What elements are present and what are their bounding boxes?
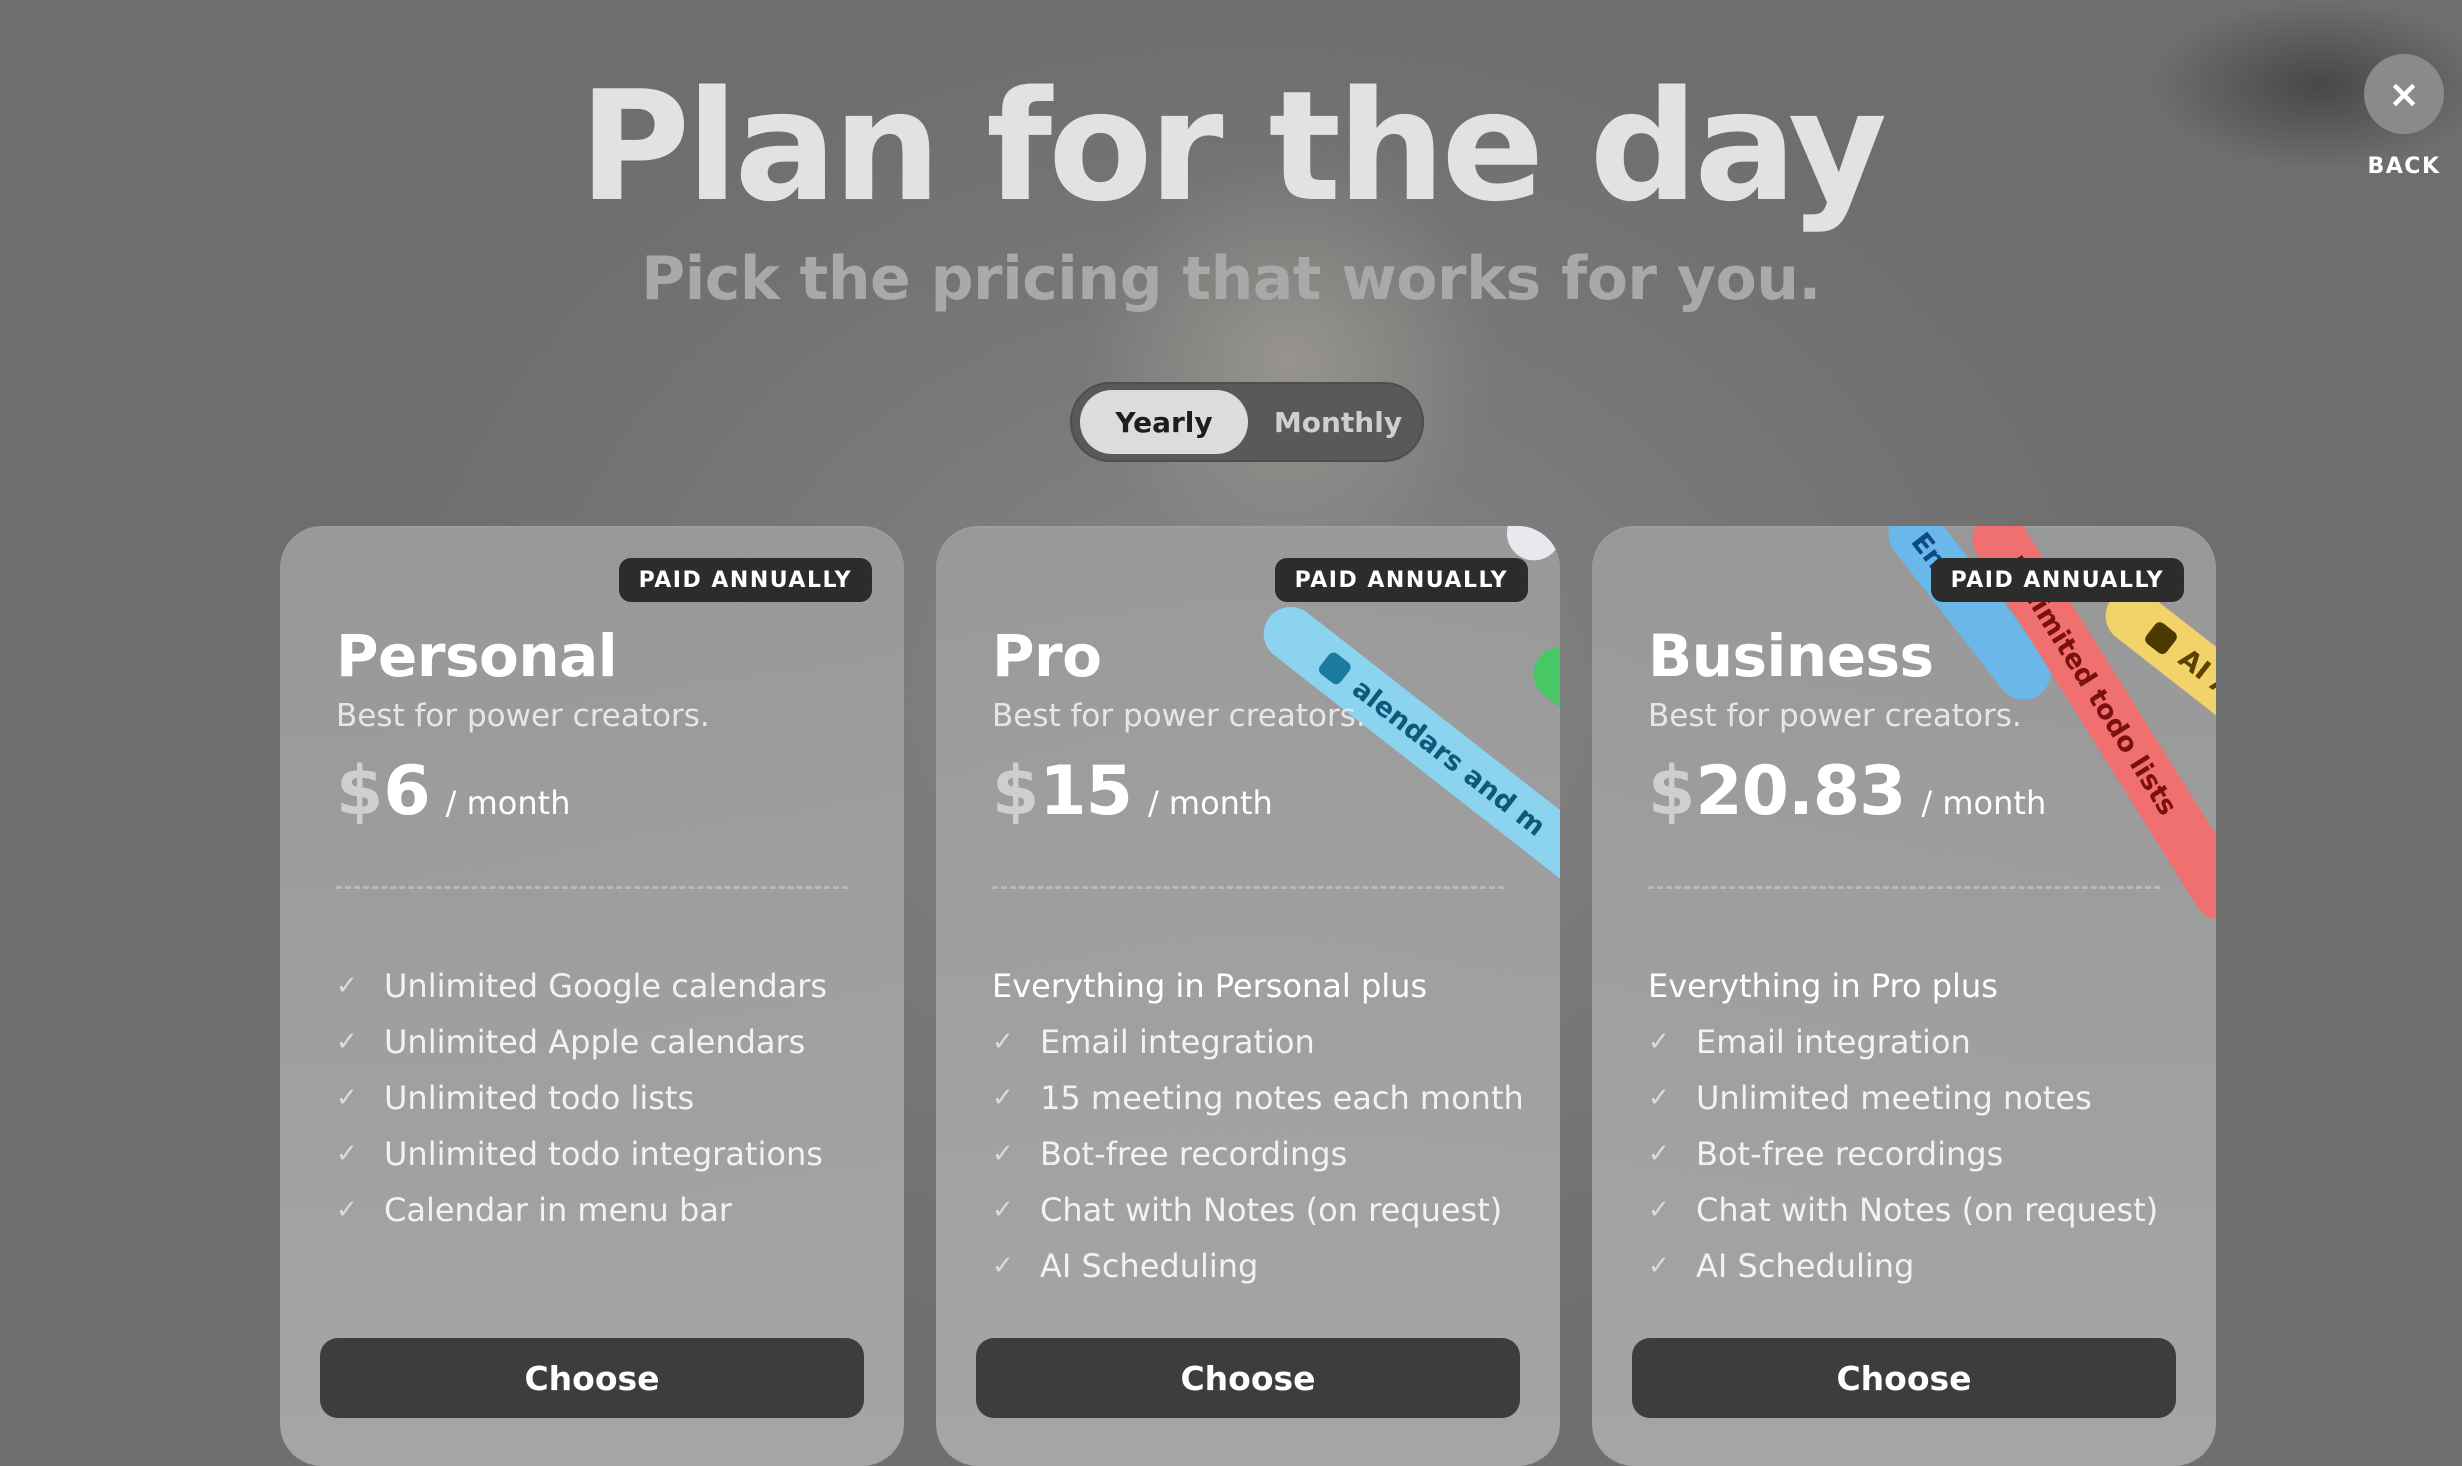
paid-annually-badge: PAID ANNUALLY xyxy=(1930,558,2184,602)
price-amount: 15 xyxy=(1039,752,1133,831)
plan-price: $ 20.83 / month xyxy=(1648,752,2046,831)
back-label[interactable]: BACK xyxy=(2334,154,2462,179)
choose-button-personal[interactable]: Choose xyxy=(320,1338,864,1418)
paid-annually-badge: PAID ANNUALLY xyxy=(618,558,872,602)
check-icon: ✓ xyxy=(992,1139,1014,1169)
page-title: Plan for the day xyxy=(578,58,1887,235)
feature-item: ✓ 15 meeting notes each month xyxy=(992,1079,1524,1117)
check-icon: ✓ xyxy=(992,1251,1014,1281)
check-icon: ✓ xyxy=(1648,1195,1670,1225)
check-icon: ✓ xyxy=(1648,1251,1670,1281)
feature-lead: Everything in Personal plus xyxy=(992,967,1428,1005)
price-period: / month xyxy=(1147,784,1273,822)
plan-card-business: En Unlimited todo lists AI A PAID ANNUAL… xyxy=(1592,526,2216,1466)
feature-list: ✓ Unlimited Google calendars ✓ Unlimited A… xyxy=(336,958,827,1238)
check-icon: ✓ xyxy=(1648,1083,1670,1113)
page-subtitle: Pick the pricing that works for you. xyxy=(641,244,1821,314)
check-icon: ✓ xyxy=(336,1139,358,1169)
price-period: / month xyxy=(1921,784,2047,822)
price-currency: $ xyxy=(336,752,384,831)
feature-item: ✓ Chat with Notes (on request) xyxy=(992,1191,1503,1229)
check-icon: ✓ xyxy=(336,971,358,1001)
back-button[interactable]: × xyxy=(2364,54,2444,134)
divider xyxy=(336,886,848,889)
check-icon: ✓ xyxy=(1648,1139,1670,1169)
divider xyxy=(1648,886,2160,889)
price-currency: $ xyxy=(992,752,1040,831)
feature-item: ✓ Chat with Notes (on request) xyxy=(1648,1191,2159,1229)
toggle-yearly[interactable]: Yearly xyxy=(1080,390,1248,454)
feature-item: ✓ Unlimited todo lists xyxy=(336,1079,695,1117)
decorative-ribbon xyxy=(1522,636,1560,759)
choose-button-pro[interactable]: Choose xyxy=(976,1338,1520,1418)
feature-item: ✓ AI Scheduling xyxy=(992,1247,1259,1285)
plan-name: Pro xyxy=(992,622,1102,690)
feature-item: ✓ Email integration xyxy=(1648,1023,1971,1061)
close-icon: × xyxy=(2388,72,2420,116)
check-icon: ✓ xyxy=(992,1083,1014,1113)
feature-item: ✓ Bot-free recordings xyxy=(1648,1135,2004,1173)
feature-list: Everything in Pro plus ✓ Email integratio… xyxy=(1648,958,2158,1294)
check-icon: ✓ xyxy=(1648,1027,1670,1057)
feature-item: ✓ Unlimited Google calendars xyxy=(336,967,828,1005)
plan-description: Best for power creators. xyxy=(336,698,710,734)
feature-item: ✓ Email integration xyxy=(992,1023,1315,1061)
check-icon: ✓ xyxy=(336,1027,358,1057)
plan-card-personal: PAID ANNUALLY Personal Best for power cr… xyxy=(280,526,904,1466)
feature-item: ✓ Calendar in menu bar xyxy=(336,1191,733,1229)
check-icon: ✓ xyxy=(992,1195,1014,1225)
feature-item: ✓ AI Scheduling xyxy=(1648,1247,1915,1285)
check-icon: ✓ xyxy=(336,1195,358,1225)
plan-card-pro: alendars and m sop PAID ANNUALLY Pro Bes… xyxy=(936,526,1560,1466)
feature-list: Everything in Personal plus ✓ Email integ… xyxy=(992,958,1524,1294)
feature-lead: Everything in Pro plus xyxy=(1648,967,1998,1005)
feature-item: ✓ Unlimited meeting notes xyxy=(1648,1079,2092,1117)
plan-name: Personal xyxy=(336,622,618,690)
price-period: / month xyxy=(445,784,571,822)
plan-description: Best for power creators. xyxy=(992,698,1366,734)
price-amount: 20.83 xyxy=(1695,752,1906,831)
price-amount: 6 xyxy=(383,752,430,831)
feature-item: ✓ Unlimited Apple calendars xyxy=(336,1023,806,1061)
calendar-icon xyxy=(1316,650,1354,687)
divider xyxy=(992,886,1504,889)
check-icon: ✓ xyxy=(992,1027,1014,1057)
price-currency: $ xyxy=(1648,752,1696,831)
plan-name: Business xyxy=(1648,622,1934,690)
plan-price: $ 15 / month xyxy=(992,752,1273,831)
ai-icon xyxy=(2142,619,2180,657)
billing-toggle: Yearly Monthly xyxy=(1070,382,1424,462)
check-icon: ✓ xyxy=(336,1083,358,1113)
plan-description: Best for power creators. xyxy=(1648,698,2022,734)
feature-item: ✓ Unlimited todo integrations xyxy=(336,1135,823,1173)
choose-button-business[interactable]: Choose xyxy=(1632,1338,2176,1418)
toggle-monthly[interactable]: Monthly xyxy=(1260,390,1416,454)
plan-price: $ 6 / month xyxy=(336,752,570,831)
paid-annually-badge: PAID ANNUALLY xyxy=(1274,558,1528,602)
feature-item: ✓ Bot-free recordings xyxy=(992,1135,1348,1173)
